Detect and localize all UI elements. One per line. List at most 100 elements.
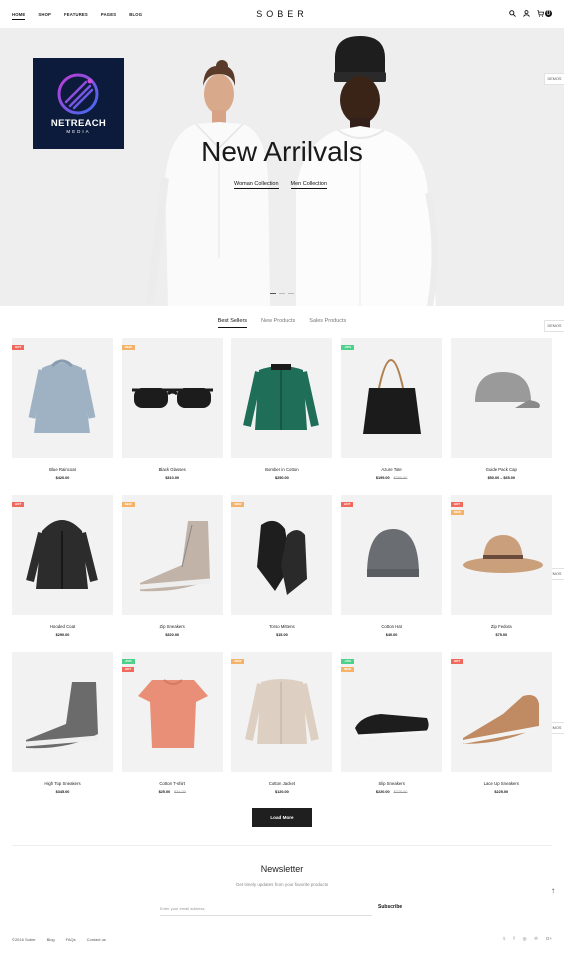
product-name[interactable]: Cotton T-shirt	[122, 781, 223, 786]
product-name[interactable]: Lace Up Sneakers	[451, 781, 552, 786]
product-badge: HOT	[12, 345, 25, 350]
product-price-current: $345.00	[55, 790, 70, 794]
product-price: $50.00 – $65.00	[451, 476, 552, 480]
product-name[interactable]: Zip Sneakers	[122, 624, 223, 629]
product-price-current: $225.00	[494, 790, 509, 794]
product-name[interactable]: Bomber in Cotton	[231, 467, 332, 472]
product-badge: NEW	[231, 659, 245, 664]
product-image[interactable]: -20% HOT	[121, 652, 223, 772]
product-image[interactable]: NEW	[121, 495, 223, 615]
product-card[interactable]: HOT Blue Raincoat $420.00	[12, 338, 113, 480]
product-name[interactable]: Blue Raincoat	[12, 467, 113, 472]
product-price: $345.00	[12, 790, 113, 794]
product-card[interactable]: HOT Lace Up Sneakers $225.00	[450, 652, 552, 794]
product-price-old: $34.00	[174, 790, 186, 794]
product-image[interactable]: HOT	[341, 495, 443, 615]
product-price-current: $290.00	[55, 633, 70, 637]
slider-dots	[270, 293, 294, 294]
product-price: $120.00	[231, 790, 332, 794]
hero-links: Woman Collection Men Collection	[234, 181, 327, 189]
site-logo[interactable]: SOBER	[0, 9, 564, 19]
product-image[interactable]: -15% NEW	[341, 652, 443, 772]
woman-collection-link[interactable]: Woman Collection	[234, 181, 279, 189]
product-image[interactable]: NEW	[231, 495, 333, 615]
product-image[interactable]: HOT	[12, 495, 113, 615]
product-card[interactable]: Guide Pack Cap $50.00 – $65.00	[450, 338, 552, 480]
product-price-current: $310.00	[165, 476, 180, 480]
product-card[interactable]: Bomber in Cotton $250.00	[231, 338, 333, 480]
product-price-old: $275.00	[393, 790, 408, 794]
product-name[interactable]: Torso Mittens	[231, 624, 332, 629]
product-price-current: $199.00	[375, 476, 390, 480]
product-name[interactable]: Azure Tote	[341, 467, 442, 472]
product-image[interactable]: NEW	[231, 652, 333, 772]
men-collection-link[interactable]: Men Collection	[290, 181, 327, 189]
email-field[interactable]	[160, 902, 372, 916]
product-image[interactable]: HOT	[12, 338, 113, 458]
back-to-top-icon[interactable]: ↑	[551, 886, 555, 895]
facebook-icon[interactable]: f	[513, 936, 514, 942]
product-price-current: $420.00	[55, 476, 70, 480]
product-card[interactable]: HOT NEW Zip Fedora $75.00	[450, 495, 552, 637]
pinterest-icon[interactable]: ℗	[535, 936, 538, 942]
product-card[interactable]: -20% Azure Tote $199.00 $260.00	[341, 338, 443, 480]
product-price-current: $25.00	[158, 790, 171, 794]
product-badge: -20%	[121, 659, 135, 664]
user-icon[interactable]	[523, 10, 530, 17]
tab-best-sellers[interactable]: Best Sellers	[217, 318, 248, 328]
product-card[interactable]: HOT Cotton Hat $40.00	[341, 495, 443, 637]
slider-dot[interactable]	[270, 293, 276, 294]
slider-dot[interactable]	[279, 293, 285, 294]
subscribe-button[interactable]: Subscribe	[378, 904, 402, 910]
product-card[interactable]: HOT Hooded Coat $290.00	[12, 495, 113, 637]
instagram-icon[interactable]: ◎	[523, 936, 527, 942]
footer-link-faqs[interactable]: FAQs	[66, 937, 76, 942]
product-price-current: $50.00 – $65.00	[487, 476, 516, 480]
demos-button[interactable]: DEMOS	[544, 73, 564, 85]
product-image[interactable]: HOT	[450, 652, 552, 772]
google-plus-icon[interactable]: G+	[546, 936, 552, 942]
cart-count-badge: 0	[545, 10, 552, 17]
twitter-icon[interactable]: 𝕥	[503, 936, 505, 942]
cart-icon[interactable]: 0	[537, 10, 552, 17]
tab-sales-products[interactable]: Sales Products	[309, 318, 346, 328]
product-badge: -20%	[341, 345, 355, 350]
footer: ©2016 Sober Blog FAQs Contact us	[12, 937, 106, 942]
product-name[interactable]: High Top Sneakers	[12, 781, 113, 786]
product-name[interactable]: Slip Sneakers	[341, 781, 442, 786]
product-image[interactable]: HOT NEW	[450, 495, 552, 615]
product-image[interactable]	[450, 338, 552, 458]
load-more-button[interactable]: Load More	[252, 808, 312, 827]
product-card[interactable]: -15% NEW Slip Sneakers $220.00 $275.00	[341, 652, 443, 794]
product-price: $25.00 $34.00	[122, 790, 223, 794]
tab-new-products[interactable]: New Products	[261, 318, 295, 328]
product-card[interactable]: -20% HOT Cotton T-shirt $25.00 $34.00	[121, 652, 223, 794]
slider-dot[interactable]	[288, 293, 294, 294]
product-name[interactable]: Black Glasses	[122, 467, 223, 472]
product-image[interactable]	[12, 652, 113, 772]
product-tabs: Best Sellers New Products Sales Products	[0, 318, 564, 328]
product-name[interactable]: Zip Fedora	[451, 624, 552, 629]
product-name[interactable]: Cotton Jacket	[231, 781, 332, 786]
product-name[interactable]: Guide Pack Cap	[451, 467, 552, 472]
product-price: $75.00	[451, 633, 552, 637]
product-card[interactable]: NEW Cotton Jacket $120.00	[231, 652, 333, 794]
search-icon[interactable]	[509, 10, 516, 17]
product-card[interactable]: NEW Black Glasses $310.00	[121, 338, 223, 480]
footer-link-blog[interactable]: Blog	[47, 937, 55, 942]
product-card[interactable]: High Top Sneakers $345.00	[12, 652, 113, 794]
product-image[interactable]	[231, 338, 333, 458]
footer-link-contact[interactable]: Contact us	[87, 937, 106, 942]
product-image[interactable]: NEW	[121, 338, 223, 458]
product-price-current: $320.00	[165, 633, 180, 637]
product-card[interactable]: NEW Torso Mittens $15.00	[231, 495, 333, 637]
product-price: $420.00	[12, 476, 113, 480]
product-image[interactable]: -20%	[341, 338, 443, 458]
product-price: $15.00	[231, 633, 332, 637]
product-price: $220.00 $275.00	[341, 790, 442, 794]
product-name[interactable]: Cotton Hat	[341, 624, 442, 629]
product-card[interactable]: NEW Zip Sneakers $320.00	[121, 495, 223, 637]
watermark-name: NETREACH	[50, 118, 107, 129]
product-badge: NEW	[341, 667, 355, 672]
product-name[interactable]: Hooded Coat	[12, 624, 113, 629]
